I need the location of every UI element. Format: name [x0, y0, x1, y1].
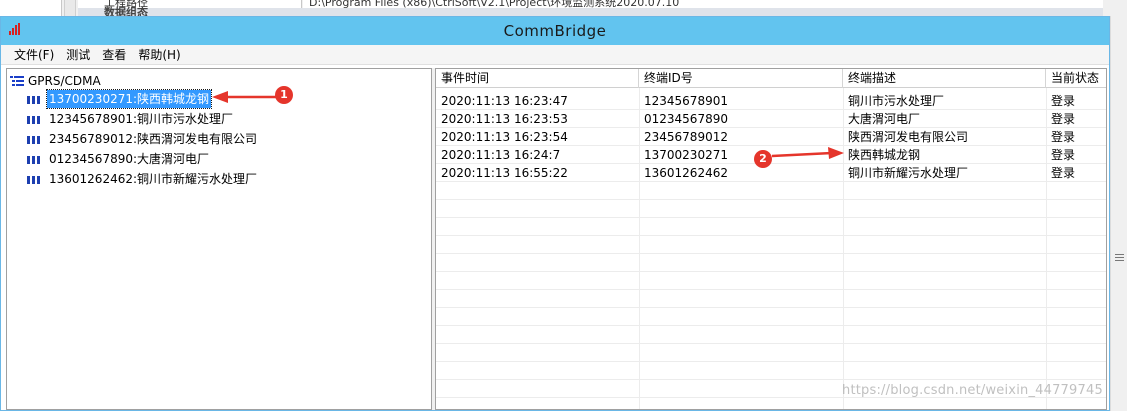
background-cell-path-value: D:\Program Files (x86)\CtrlSoft\V2.1\Pro… [303, 0, 1103, 8]
cell-event-time: 2020:11:13 16:55:22 [441, 166, 568, 180]
tree-item-label: 01234567890:大唐渭河电厂 [49, 152, 210, 166]
table-row[interactable]: 2020:11:13 16:23:53 01234567890 大唐渭河电厂 登… [436, 110, 1106, 128]
menu-bar: 文件(F) 测试 查看 帮助(H) [1, 45, 1109, 65]
cell-terminal-id: 01234567890 [644, 112, 728, 126]
cell-terminal-id: 13700230271 [644, 148, 728, 162]
tree-item-label: 23456789012:陕西渭河发电有限公司 [49, 132, 258, 146]
cell-terminal-id: 23456789012 [644, 130, 728, 144]
tree-root[interactable]: GPRS/CDMA [10, 72, 101, 90]
tree-item-13700230271[interactable]: 13700230271:陕西韩城龙钢 [27, 89, 213, 109]
device-tree-pane[interactable]: GPRS/CDMA 13700230271:陕西韩城龙钢 12345678901… [6, 68, 432, 410]
column-header-terminal-id[interactable]: 终端ID号 [639, 69, 843, 88]
column-header-event-time[interactable]: 事件时间 [436, 69, 639, 88]
annotation-badge-2: 2 [754, 150, 772, 168]
annotation-arrow-2 [771, 147, 844, 159]
table-row-empty [436, 236, 1106, 254]
tree-item-label: 13601262462:铜川市新耀污水处理厂 [49, 172, 258, 186]
cell-status: 登录 [1051, 148, 1076, 162]
tree-item-12345678901[interactable]: 12345678901:铜川市污水处理厂 [27, 110, 235, 128]
table-row-empty [436, 290, 1106, 308]
menu-test[interactable]: 测试 [60, 45, 96, 65]
cell-status: 登录 [1051, 166, 1076, 180]
table-row-empty [436, 218, 1106, 236]
table-row[interactable]: 2020:11:13 16:23:54 23456789012 陕西渭河发电有限… [436, 128, 1106, 146]
annotation-arrow-1 [212, 91, 278, 103]
scroll-grip-icon[interactable] [1115, 254, 1124, 264]
cell-status: 登录 [1051, 130, 1076, 144]
grid-header: 事件时间 终端ID号 终端描述 当前状态 [436, 69, 1106, 88]
cell-terminal-id: 13601262462 [644, 166, 728, 180]
background-row-data-config: 数据组态 [78, 7, 1103, 16]
device-node-icon [27, 95, 41, 104]
menu-help[interactable]: 帮助(H) [132, 45, 186, 65]
cell-event-time: 2020:11:13 16:24:7 [441, 148, 561, 162]
column-header-status[interactable]: 当前状态 [1046, 69, 1106, 88]
tree-item-23456789012[interactable]: 23456789012:陕西渭河发电有限公司 [27, 130, 259, 148]
background-scrollbar [64, 0, 76, 16]
device-node-icon [27, 135, 41, 144]
table-row-empty [436, 344, 1106, 362]
cell-event-time: 2020:11:13 16:23:53 [441, 112, 568, 126]
table-row-empty [436, 272, 1106, 290]
annotation-badge-1: 1 [275, 86, 293, 104]
device-node-icon [27, 115, 41, 124]
table-row-empty [436, 254, 1106, 272]
tree-item-01234567890[interactable]: 01234567890:大唐渭河电厂 [27, 150, 211, 168]
cell-status: 登录 [1051, 94, 1076, 108]
device-node-icon [27, 175, 41, 184]
event-grid-pane[interactable]: 事件时间 终端ID号 终端描述 当前状态 2020:11:13 16:23:47… [435, 68, 1107, 410]
tree-root-label: GPRS/CDMA [28, 74, 101, 88]
tree-item-label: 13700230271:陕西韩城龙钢 [45, 89, 213, 109]
table-row-empty [436, 200, 1106, 218]
menu-file[interactable]: 文件(F) [1, 45, 60, 65]
background-left-panel [0, 0, 62, 16]
cell-terminal-desc: 大唐渭河电厂 [848, 112, 921, 126]
cell-status: 登录 [1051, 112, 1076, 126]
watermark-text: https://blog.csdn.net/weixin_44779745 [842, 383, 1103, 398]
table-row[interactable]: 2020:11:13 16:23:47 12345678901 铜川市污水处理厂… [436, 92, 1106, 110]
tree-item-label: 12345678901:铜川市污水处理厂 [49, 112, 234, 126]
outer-scrollbar[interactable] [1110, 16, 1127, 411]
tree-list-icon [10, 75, 24, 88]
table-row-empty [436, 326, 1106, 344]
table-row-empty [436, 362, 1106, 380]
table-row-empty [436, 308, 1106, 326]
cell-event-time: 2020:11:13 16:23:54 [441, 130, 568, 144]
cell-terminal-desc: 铜川市污水处理厂 [848, 94, 945, 108]
signal-icon [9, 23, 23, 35]
device-node-icon [27, 155, 41, 164]
cell-terminal-desc: 陕西韩城龙钢 [848, 148, 921, 162]
background-window-strip: 工程路径 D:\Program Files (x86)\CtrlSoft\V2.… [0, 0, 1127, 16]
cell-event-time: 2020:11:13 16:23:47 [441, 94, 568, 108]
title-bar[interactable]: CommBridge [1, 17, 1109, 45]
tree-item-13601262462[interactable]: 13601262462:铜川市新耀污水处理厂 [27, 170, 259, 188]
cell-terminal-id: 12345678901 [644, 94, 728, 108]
cell-terminal-desc: 铜川市新耀污水处理厂 [848, 166, 969, 180]
table-row[interactable]: 2020:11:13 16:55:22 13601262462 铜川市新耀污水处… [436, 164, 1106, 182]
table-row-empty [436, 182, 1106, 200]
cell-terminal-desc: 陕西渭河发电有限公司 [848, 130, 969, 144]
window-title: CommBridge [503, 22, 607, 40]
menu-view[interactable]: 查看 [96, 45, 132, 65]
column-header-terminal-desc[interactable]: 终端描述 [843, 69, 1046, 88]
